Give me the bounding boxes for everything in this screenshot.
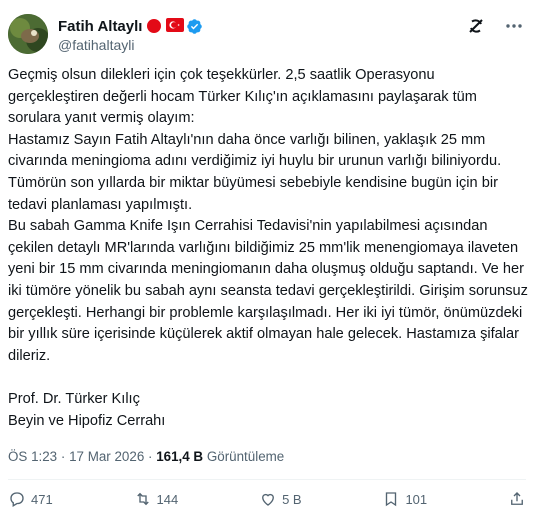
like-button[interactable]: 5 B [259, 490, 302, 508]
header-actions [466, 16, 524, 36]
author-handle[interactable]: @fatihaltayli [58, 37, 134, 53]
bookmark-icon [386, 492, 397, 507]
tweet-date[interactable]: 17 Mar 2026 [69, 449, 144, 464]
tweet-time[interactable]: ÖS 1:23 [8, 449, 57, 464]
repost-button[interactable]: 144 [134, 490, 179, 508]
avatar-image [8, 14, 48, 54]
meta-separator: · [60, 449, 66, 464]
signature-name: Prof. Dr. Türker Kılıç [8, 390, 140, 407]
tweet-paragraph: Geçmiş olsun dilekleri için çok teşekkür… [8, 67, 477, 127]
divider [8, 479, 526, 480]
red-circle-icon [146, 18, 162, 34]
avatar[interactable] [8, 14, 48, 54]
tweet-paragraph: Hastamız Sayın Fatih Altaylı'nın daha ön… [8, 131, 502, 213]
tweet-card: Fatih Altaylı @fatihaltayli Geçmiş olsun… [0, 0, 534, 507]
author-name[interactable]: Fatih Altaylı [58, 18, 142, 35]
reply-icon [10, 492, 24, 507]
share-icon [511, 492, 523, 505]
name-row: Fatih Altaylı [58, 16, 203, 36]
heart-icon [262, 493, 275, 506]
meta-separator: · [148, 449, 153, 464]
tweet-text: Geçmiş olsun dilekleri için çok teşekkür… [8, 65, 528, 432]
turkey-flag-icon [166, 18, 185, 34]
tweet-meta: ÖS 1:23 · 17 Mar 2026 · 161,4 B Görüntül… [8, 449, 284, 464]
repost-icon [136, 492, 149, 506]
like-count: 5 B [282, 491, 302, 507]
bookmark-count: 101 [405, 491, 428, 507]
more-icon[interactable] [504, 16, 524, 36]
action-bar: 471 144 5 B 101 [8, 490, 526, 514]
signature-title: Beyin ve Hipofiz Cerrahı [8, 412, 166, 429]
bookmark-button[interactable]: 101 [382, 490, 427, 508]
reply-button[interactable]: 471 [8, 490, 53, 508]
views-label: Görüntüleme [206, 449, 285, 464]
tweet-paragraph: Bu sabah Gamma Knife Işın Cerrahisi Teda… [8, 218, 528, 364]
tweet-header: Fatih Altaylı @fatihaltayli [8, 10, 524, 58]
views-count: 161,4 B [156, 449, 204, 464]
verified-badge-icon [186, 18, 203, 34]
grok-icon[interactable] [466, 16, 486, 36]
repost-count: 144 [156, 491, 179, 507]
reply-count: 471 [31, 491, 53, 507]
share-button[interactable] [508, 490, 526, 508]
